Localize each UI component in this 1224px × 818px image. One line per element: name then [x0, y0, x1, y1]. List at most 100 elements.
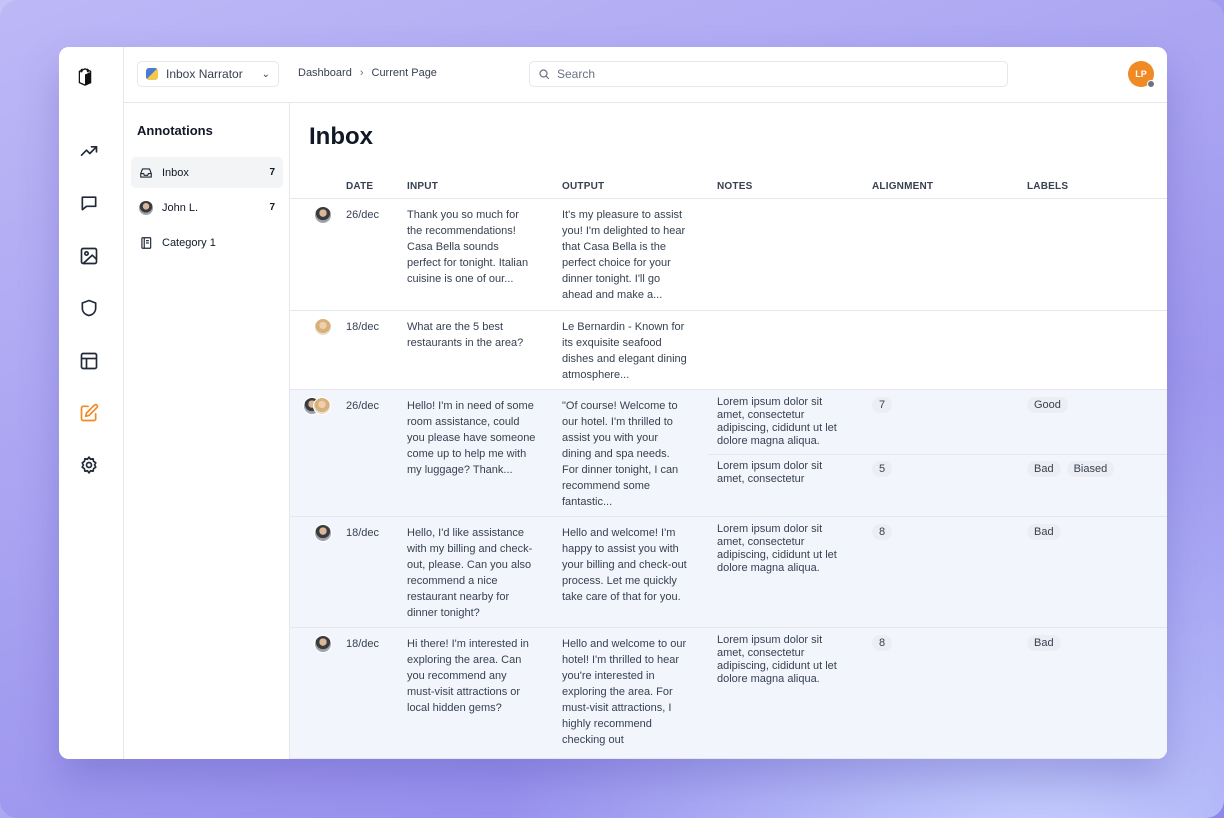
labels-cell: Good	[1027, 397, 1074, 413]
row-notes: dolore magna aliqua.	[717, 673, 820, 685]
status-dot	[1147, 80, 1155, 88]
row-input: local hidden gems?	[407, 702, 502, 714]
alignment-badge[interactable]: 8	[872, 635, 893, 651]
breadcrumb-dashboard[interactable]: Dashboard	[298, 67, 352, 79]
row-notes: amet, consectetur	[717, 473, 805, 485]
row-output: that Casa Bella is the	[562, 241, 666, 253]
row-output: our hotel. I'm thrilled to	[562, 416, 673, 428]
label-tag[interactable]: Bad	[1027, 461, 1061, 477]
icon-rail	[59, 47, 124, 759]
row-input: Hi there! I'm interested in	[407, 638, 529, 650]
row-output: Hello and welcome! I'm	[562, 527, 676, 539]
row-notes: Lorem ipsum dolor sit	[717, 396, 823, 408]
label-tag[interactable]: Bad	[1027, 635, 1061, 651]
inbox-icon	[140, 167, 152, 178]
row-input: cuisine is one of our...	[407, 273, 514, 285]
column-header-notes[interactable]: NOTES	[717, 181, 752, 192]
avatar	[314, 635, 332, 653]
row-date: 18/dec	[346, 638, 380, 650]
row-input: What are the 5 best	[407, 321, 503, 333]
row-input: exploring the area. Can	[407, 654, 522, 666]
table-row[interactable]: 26/dec Thank you so much for the recommend…	[290, 199, 1167, 311]
alignment-badge[interactable]: 7	[872, 397, 893, 413]
row-input: Thank you so much for	[407, 209, 519, 221]
search-box[interactable]	[529, 61, 1008, 87]
row-output: process. Let me quickly	[562, 575, 677, 587]
label-tag[interactable]: Biased	[1066, 461, 1115, 477]
row-input: you recommend any	[407, 670, 507, 682]
user-avatar[interactable]: LP	[1128, 61, 1155, 88]
shield-icon[interactable]	[78, 297, 100, 319]
row-output: take care of that for you.	[562, 591, 681, 603]
chat-icon[interactable]	[78, 192, 100, 214]
alignment-badge[interactable]: 5	[872, 461, 893, 477]
sidebar-item-label: John L.	[162, 201, 199, 214]
chevron-right-icon: ›	[359, 67, 364, 79]
row-output: dining and spa needs.	[562, 448, 670, 460]
row-input: come up to help me with	[407, 448, 527, 460]
breadcrumb-current: Current Page	[371, 67, 437, 79]
row-output: happy to assist you with	[562, 543, 679, 555]
row-output: recommend some	[562, 480, 651, 492]
image-icon[interactable]	[78, 245, 100, 267]
row-date: 18/dec	[346, 321, 380, 333]
column-header-labels[interactable]: LABELS	[1027, 181, 1068, 192]
row-output: you're interested in	[562, 670, 655, 682]
labels-cell: Bad Biased	[1027, 461, 1120, 477]
alignment-badge[interactable]: 8	[872, 524, 893, 540]
logo-icon	[75, 67, 101, 99]
row-input: restaurants in the area?	[407, 337, 524, 349]
annotations-sidebar: Annotations Inbox 7 John L. 7 Category 1	[124, 103, 290, 759]
row-input: room assistance, could	[407, 416, 520, 428]
table-row[interactable]: 18/dec Hi there! I'm interested in explori…	[290, 628, 1167, 759]
column-header-date[interactable]: DATE	[346, 181, 373, 192]
trending-icon[interactable]	[78, 140, 100, 162]
avatar	[313, 397, 331, 415]
row-output: perfect choice for your	[562, 257, 671, 269]
row-input: Casa Bella sounds	[407, 241, 499, 253]
project-selector[interactable]: Inbox Narrator ⌄	[137, 61, 279, 87]
notebook-icon	[141, 236, 152, 249]
sidebar-heading: Annotations	[137, 123, 213, 138]
column-header-output[interactable]: OUTPUT	[562, 181, 604, 192]
gear-icon[interactable]	[78, 454, 100, 476]
row-output: must-visit attractions, I	[562, 702, 672, 714]
sidebar-item-category-1[interactable]: Category 1	[131, 227, 283, 258]
layout-icon[interactable]	[78, 350, 100, 372]
table-row[interactable]: 26/dec Hello! I'm in need of some room ass…	[290, 390, 1167, 517]
main-content: Inbox DATE INPUT OUTPUT NOTES ALIGNMENT …	[290, 103, 1167, 759]
row-output: your billing and check-out	[562, 559, 687, 571]
label-tag[interactable]: Good	[1027, 397, 1068, 413]
sidebar-item-label: Category 1	[162, 236, 216, 249]
labels-cell: Bad	[1027, 635, 1067, 651]
sidebar-item-john[interactable]: John L. 7	[131, 192, 283, 223]
row-input: out, please. Can you also	[407, 559, 532, 571]
table-row[interactable]: 18/dec What are the 5 best restaurants in …	[290, 311, 1167, 390]
row-output: ahead and make a...	[562, 289, 663, 301]
label-tag[interactable]: Bad	[1027, 524, 1061, 540]
column-header-input[interactable]: INPUT	[407, 181, 438, 192]
row-input: restaurant nearby for	[407, 591, 510, 603]
row-output: hotel! I'm thrilled to hear	[562, 654, 680, 666]
row-notes: adipiscing, cididunt ut let	[717, 549, 837, 561]
sidebar-item-count: 7	[269, 202, 275, 213]
breadcrumb: Dashboard › Current Page	[298, 67, 437, 79]
row-output: dinner tonight. I'll go	[562, 273, 661, 285]
row-input: perfect for tonight. Italian	[407, 257, 529, 269]
row-output: "Of course! Welcome to	[562, 400, 678, 412]
search-input[interactable]	[557, 67, 999, 81]
edit-icon[interactable]	[78, 402, 100, 424]
row-input: you please have someone	[407, 432, 536, 444]
row-date: 18/dec	[346, 527, 380, 539]
row-output: Le Bernardin - Known for	[562, 321, 685, 333]
row-notes: dolore magna aliqua.	[717, 562, 820, 574]
sidebar-item-inbox[interactable]: Inbox 7	[131, 157, 283, 188]
row-output: exploring the area. For	[562, 686, 673, 698]
table-row[interactable]: 18/dec Hello, I'd like assistance with my …	[290, 517, 1167, 628]
row-notes: amet, consectetur	[717, 647, 805, 659]
row-input: must-visit attractions or	[407, 686, 521, 698]
column-header-alignment[interactable]: ALIGNMENT	[872, 181, 933, 192]
app-window: Inbox Narrator ⌄ Dashboard › Current Pag…	[59, 47, 1167, 759]
chevron-down-icon: ⌄	[261, 68, 270, 80]
row-output: checking out	[562, 734, 624, 746]
